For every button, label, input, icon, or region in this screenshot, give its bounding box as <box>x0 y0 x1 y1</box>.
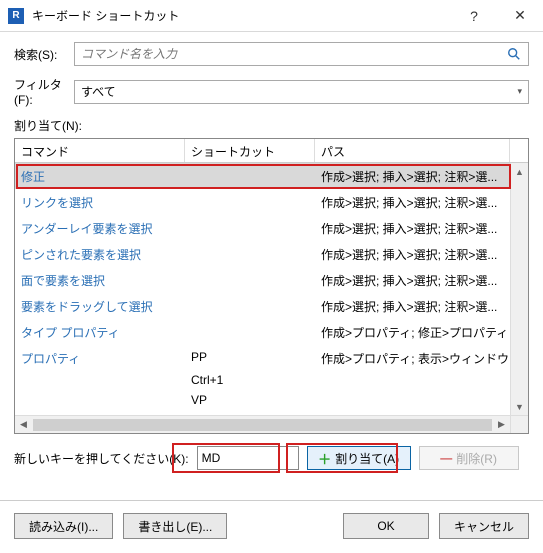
cell-command: アンダーレイ要素を選択 <box>15 220 185 237</box>
cell-path: 作成>選択; 挿入>選択; 注釈>選... <box>315 298 528 315</box>
assign-section-label: 割り当て(N): <box>14 117 529 134</box>
scroll-left-icon[interactable]: ◀ <box>15 416 32 433</box>
search-label: 検索(S): <box>14 46 74 63</box>
vertical-scrollbar[interactable]: ▲ ▼ <box>510 163 528 415</box>
cell-shortcut: VP <box>185 393 315 407</box>
remove-button-label: 削除(R) <box>456 450 497 467</box>
newkey-label: 新しいキーを押してください(K): <box>14 450 189 467</box>
cell-shortcut: Ctrl+1 <box>185 373 315 387</box>
table-row[interactable]: Ctrl+1 <box>15 371 528 391</box>
scroll-down-icon[interactable]: ▼ <box>511 398 528 415</box>
horizontal-scrollbar[interactable]: ◀ ▶ <box>15 415 510 433</box>
minus-icon: — <box>440 451 452 465</box>
cell-path: 作成>プロパティ; 修正>プロパティ <box>315 324 528 341</box>
import-button[interactable]: 読み込み(I)... <box>14 513 113 539</box>
cancel-button[interactable]: キャンセル <box>439 513 529 539</box>
table-row[interactable]: 面で要素を選択 作成>選択; 挿入>選択; 注釈>選... <box>15 267 528 293</box>
cell-path: 作成>プロパティ; 表示>ウィンドウ; 修... <box>315 350 528 367</box>
filter-row: フィルタ(F): すべて ▾ <box>14 76 529 107</box>
cell-command: 修正 <box>15 168 185 185</box>
table-row[interactable]: プロパティPP作成>プロパティ; 表示>ウィンドウ; 修... <box>15 345 528 371</box>
chevron-down-icon: ▾ <box>517 86 522 97</box>
table-row[interactable]: アンダーレイ要素を選択 作成>選択; 挿入>選択; 注釈>選... <box>15 215 528 241</box>
cell-command: 要素をドラッグして選択 <box>15 298 185 315</box>
cell-path: 作成>選択; 挿入>選択; 注釈>選... <box>315 194 528 211</box>
scroll-right-icon[interactable]: ▶ <box>493 416 510 433</box>
grid-body[interactable]: 修正作成>選択; 挿入>選択; 注釈>選...リンクを選択作成>選択; 挿入>選… <box>15 163 528 433</box>
table-row[interactable]: タイプ プロパティ 作成>プロパティ; 修正>プロパティ <box>15 319 528 345</box>
search-input[interactable] <box>75 43 500 65</box>
col-header-path[interactable]: パス <box>315 139 510 162</box>
cell-path: 作成>選択; 挿入>選択; 注釈>選... <box>315 220 528 237</box>
titlebar: R キーボード ショートカット ? ✕ <box>0 0 543 32</box>
search-icon[interactable] <box>500 43 528 65</box>
shortcut-grid: コマンド ショートカット パス 修正作成>選択; 挿入>選択; 注釈>選...リ… <box>14 138 529 434</box>
cell-path: 作成>選択; 挿入>選択; 注釈>選... <box>315 168 528 185</box>
cell-shortcut: PP <box>185 350 315 364</box>
table-row[interactable]: リンクを選択 作成>選択; 挿入>選択; 注釈>選... <box>15 189 528 215</box>
cell-command: 面で要素を選択 <box>15 272 185 289</box>
remove-button[interactable]: — 削除(R) <box>419 446 519 470</box>
search-wrap <box>74 42 529 66</box>
cell-path: 作成>選択; 挿入>選択; 注釈>選... <box>315 272 528 289</box>
export-button[interactable]: 書き出し(E)... <box>123 513 227 539</box>
newkey-input[interactable] <box>197 446 299 470</box>
assign-button[interactable]: ＋ 割り当て(A) <box>307 446 411 470</box>
col-header-command[interactable]: コマンド <box>15 139 185 162</box>
filter-value: すべて <box>81 83 116 100</box>
filter-combo[interactable]: すべて ▾ <box>74 80 529 104</box>
table-row[interactable]: VP <box>15 391 528 411</box>
scroll-corner <box>510 415 528 433</box>
newkey-row: 新しいキーを押してください(K): ＋ 割り当て(A) — 削除(R) <box>14 446 529 470</box>
help-button[interactable]: ? <box>451 0 497 32</box>
col-header-shortcut[interactable]: ショートカット <box>185 139 315 162</box>
table-row[interactable]: ピンされた要素を選択 作成>選択; 挿入>選択; 注釈>選... <box>15 241 528 267</box>
filter-label: フィルタ(F): <box>14 76 74 107</box>
table-row[interactable]: 修正 作成>選択; 挿入>選択; 注釈>選... <box>15 163 528 189</box>
scroll-up-icon[interactable]: ▲ <box>511 163 528 180</box>
grid-header: コマンド ショートカット パス <box>15 139 528 163</box>
window-title: キーボード ショートカット <box>32 7 451 24</box>
assign-button-label: 割り当て(A) <box>335 450 399 467</box>
search-row: 検索(S): <box>14 42 529 66</box>
cell-command: プロパティ <box>15 350 185 367</box>
cell-command: タイプ プロパティ <box>15 324 185 341</box>
cell-command: ピンされた要素を選択 <box>15 246 185 263</box>
bottom-row: 読み込み(I)... 書き出し(E)... OK キャンセル <box>0 501 543 553</box>
table-row[interactable]: 要素をドラッグして選択 作成>選択; 挿入>選択; 注釈>選... <box>15 293 528 319</box>
hscroll-thumb[interactable] <box>33 419 492 431</box>
cell-path: 作成>選択; 挿入>選択; 注釈>選... <box>315 246 528 263</box>
plus-icon: ＋ <box>318 449 331 468</box>
ok-button[interactable]: OK <box>343 513 429 539</box>
app-icon: R <box>8 8 24 24</box>
cell-command: リンクを選択 <box>15 194 185 211</box>
close-button[interactable]: ✕ <box>497 0 543 32</box>
